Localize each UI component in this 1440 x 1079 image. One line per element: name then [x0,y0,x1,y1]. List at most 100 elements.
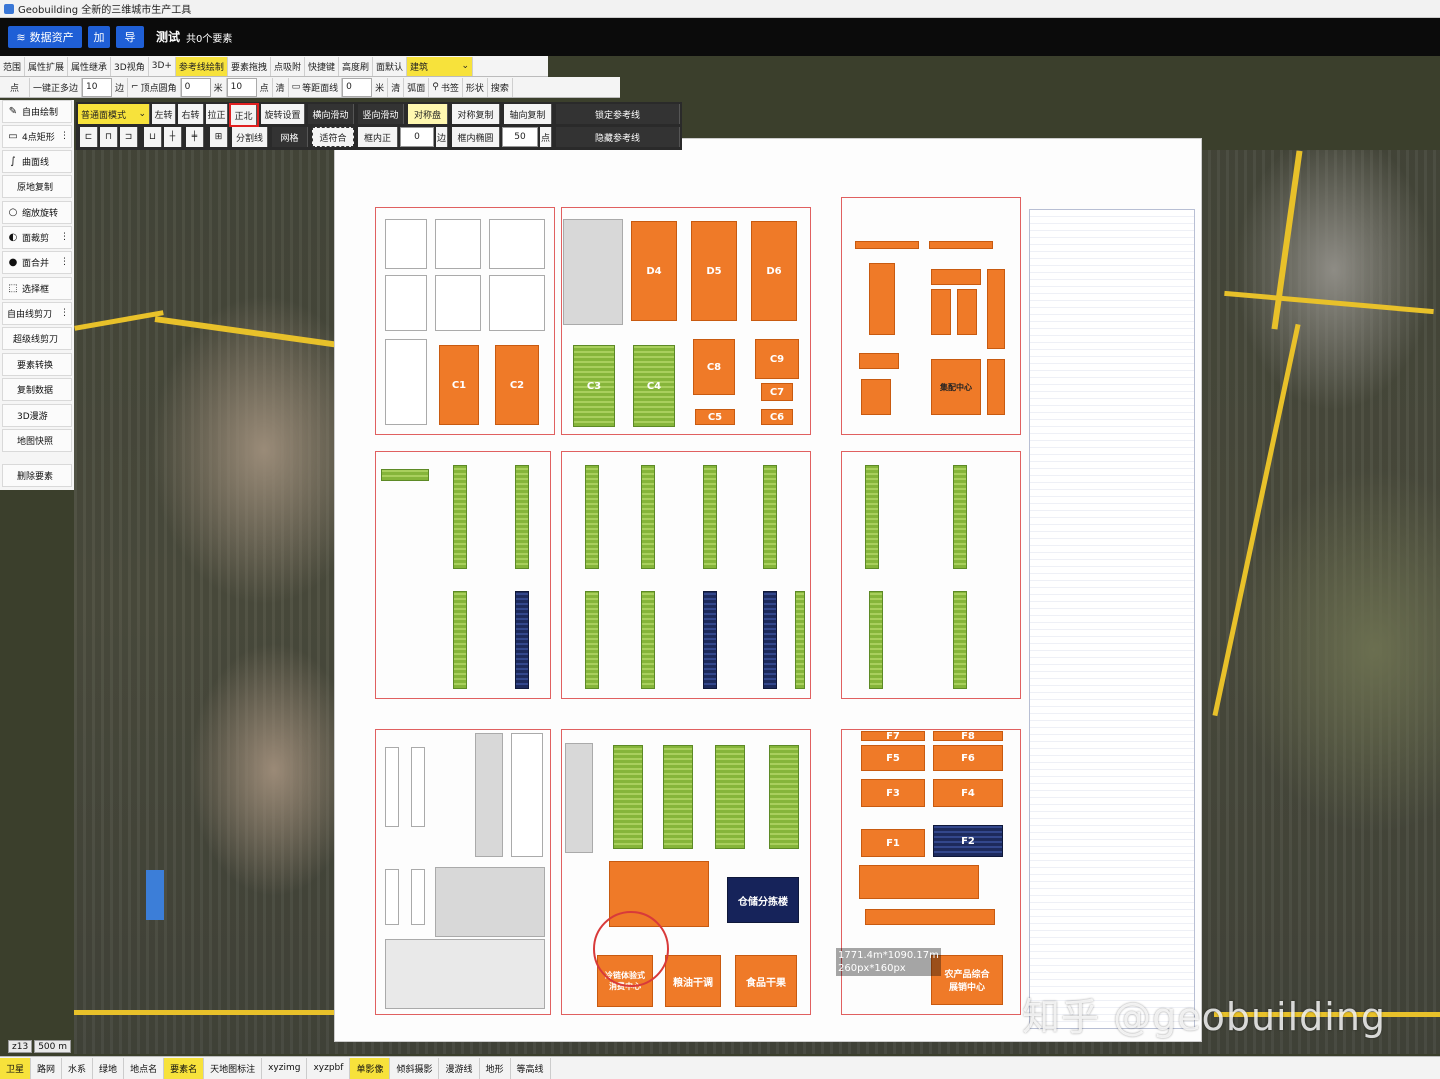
bookmark-button[interactable]: ⚲ 书签 [429,77,463,97]
tool-attr-inherit[interactable]: 属性继承 [68,56,112,76]
layer-terrain[interactable]: 地形 [480,1057,511,1079]
split-line-button[interactable]: 分割线 [232,127,268,147]
sides-input[interactable]: 10 [82,77,113,97]
tool-curve[interactable]: ∫ 曲面线 [2,150,72,173]
plan-sheet[interactable]: C1 C2 D4 D5 D6 C3 C4 C8 C9 C7 C5 C6 集配中心 [334,138,1202,1042]
symmetry-copy-button[interactable]: 对称复制 [452,104,500,124]
layer-place-names[interactable]: 地点名 [124,1057,165,1079]
fit-button[interactable]: 适符合 [312,127,354,147]
tool-shortcut[interactable]: 快捷键 [304,56,339,76]
building-f5: F5 [861,745,925,771]
equidistant-button[interactable]: ▭ 等距面线 [288,77,343,97]
align-bottom-icon[interactable]: ⊔ [144,127,162,147]
clear-button-1[interactable]: 清 [272,77,289,97]
tool-free-draw[interactable]: ✎ 自由绘制 [2,100,72,123]
auto-polygon-button[interactable]: 一键正多边 [30,77,83,97]
shape-button[interactable]: 形状 [462,77,488,97]
tool-copy-in-place[interactable]: 原地复制 [2,175,72,198]
tool-super-scissors[interactable]: 超级线剪刀 [2,327,72,350]
vertical-slide-button[interactable]: 竖向滑动 [358,104,404,124]
north-button[interactable]: 正北 [229,103,259,127]
layer-contour[interactable]: 等高线 [511,1057,551,1079]
center-label: 集配中心 [940,382,972,392]
export-button[interactable]: 导 [116,26,144,48]
hide-reference-button[interactable]: 隐藏参考线 [556,127,680,147]
count-input[interactable]: 10 [226,77,257,97]
symmetry-button[interactable]: 对称盘 [408,104,448,124]
tool-map-snapshot[interactable]: 地图快照 [2,429,72,452]
tool-3d-plus[interactable]: 3D+ [148,56,176,76]
tool-3d-view[interactable]: 3D视角 [111,56,149,76]
tool-3d-roam[interactable]: 3D漫游 [2,404,72,427]
inner-ellipse-button[interactable]: 框内椭圆 [452,127,500,147]
more-icon[interactable]: ⋮ [60,131,69,141]
layer-water[interactable]: 水系 [62,1057,94,1079]
layer-oblique[interactable]: 倾斜摄影 [390,1057,440,1079]
corner-input[interactable]: 0 [180,77,211,97]
layer-xyzimg[interactable]: xyzimg [262,1057,308,1079]
align-top-icon[interactable]: ⊓ [100,127,118,147]
rotate-right-button[interactable]: 右转 [178,104,204,124]
layer-green[interactable]: 绿地 [93,1057,125,1079]
horizontal-slide-button[interactable]: 横向滑动 [308,104,354,124]
tool-drag[interactable]: 要素拖拽 [227,56,271,76]
distribute-icon[interactable]: ╪ [186,127,204,147]
mode-select[interactable]: 普通面模式 ⌄ [78,104,150,124]
tool-copy-data[interactable]: 复制数据 [2,378,72,401]
layer-feature-names[interactable]: 要素名 [164,1057,205,1079]
rotate-left-button[interactable]: 左转 [152,104,176,124]
search-button[interactable]: 搜索 [487,77,513,97]
lock-reference-button[interactable]: 锁定参考线 [556,104,680,124]
road [154,316,354,350]
align-left-icon[interactable]: ⊏ [80,127,98,147]
tool-select-box[interactable]: ⬚ 选择框 [2,277,72,300]
tool-face-clip[interactable]: ◐ 面裁剪 ⋮ [2,226,72,249]
ellipse-value-input[interactable]: 50 [502,127,538,147]
tool-scale-rotate[interactable]: ○ 缩放旋转 [2,201,72,224]
inner-value-input[interactable]: 0 [400,127,434,147]
layer-single-image[interactable]: 单影像 [350,1057,391,1079]
grid-button[interactable]: 网格 [272,127,308,147]
tool-face-merge[interactable]: ● 面合并 ⋮ [2,251,72,274]
tool-attr-extend[interactable]: 属性扩展 [25,56,69,76]
more-icon[interactable]: ⋮ [60,257,69,267]
tool-range[interactable]: 范围 [0,56,26,76]
more-icon[interactable]: ⋮ [60,232,69,242]
tool-reference-line[interactable]: 参考线绘制 [175,56,228,76]
point-button[interactable]: 点 [0,77,30,97]
selection-circle[interactable] [593,911,669,987]
tool-label: 地图快照 [17,437,54,447]
layer-xyzpbf[interactable]: xyzpbf [307,1057,351,1079]
tool-convert[interactable]: 要素转换 [2,353,72,376]
inner-straighten-button[interactable]: 框内正 [358,127,398,147]
building-c8: C8 [693,339,735,395]
axial-copy-button[interactable]: 轴向复制 [504,104,552,124]
equidistant-input[interactable]: 0 [342,77,373,97]
straighten-button[interactable]: 拉正 [206,104,228,124]
arc-face-button[interactable]: 弧面 [404,77,430,97]
layer-tianditu[interactable]: 天地图标注 [204,1057,263,1079]
tool-height-brush[interactable]: 高度刷 [338,56,373,76]
align-right-icon[interactable]: ⊐ [120,127,138,147]
tool-snap[interactable]: 点吸附 [270,56,305,76]
more-icon[interactable]: ⋮ [60,308,69,318]
clear-button-2[interactable]: 清 [388,77,405,97]
layer-roads[interactable]: 路网 [31,1057,63,1079]
layer-roam-line[interactable]: 漫游线 [439,1057,480,1079]
add-button[interactable]: 加 [88,26,110,48]
navy-row [703,591,717,689]
toggle-icon: ● [8,257,18,268]
layer-satellite[interactable]: 卫星 [0,1057,32,1079]
tool-free-scissors[interactable]: 自由线剪刀 ⋮ [2,302,72,325]
category-select[interactable]: 建筑 ⌄ [407,56,474,76]
round-corner-button[interactable]: ⌐ 顶点圆角 [128,77,181,97]
center-icon[interactable]: ⊞ [210,127,228,147]
dataset-button[interactable]: ≋ 数据资产 [8,26,82,48]
tool-delete[interactable]: 删除要素 [2,464,72,487]
rotate-settings-button[interactable]: 旋转设置 [261,104,305,124]
align-hcenter-icon[interactable]: ┼ [164,127,182,147]
building-f8: F8 [933,731,1003,742]
select-icon: ⬚ [8,283,18,294]
tool-face-default[interactable]: 面默认 [373,56,408,76]
tool-four-point-rect[interactable]: ▭ 4点矩形 ⋮ [2,125,72,148]
